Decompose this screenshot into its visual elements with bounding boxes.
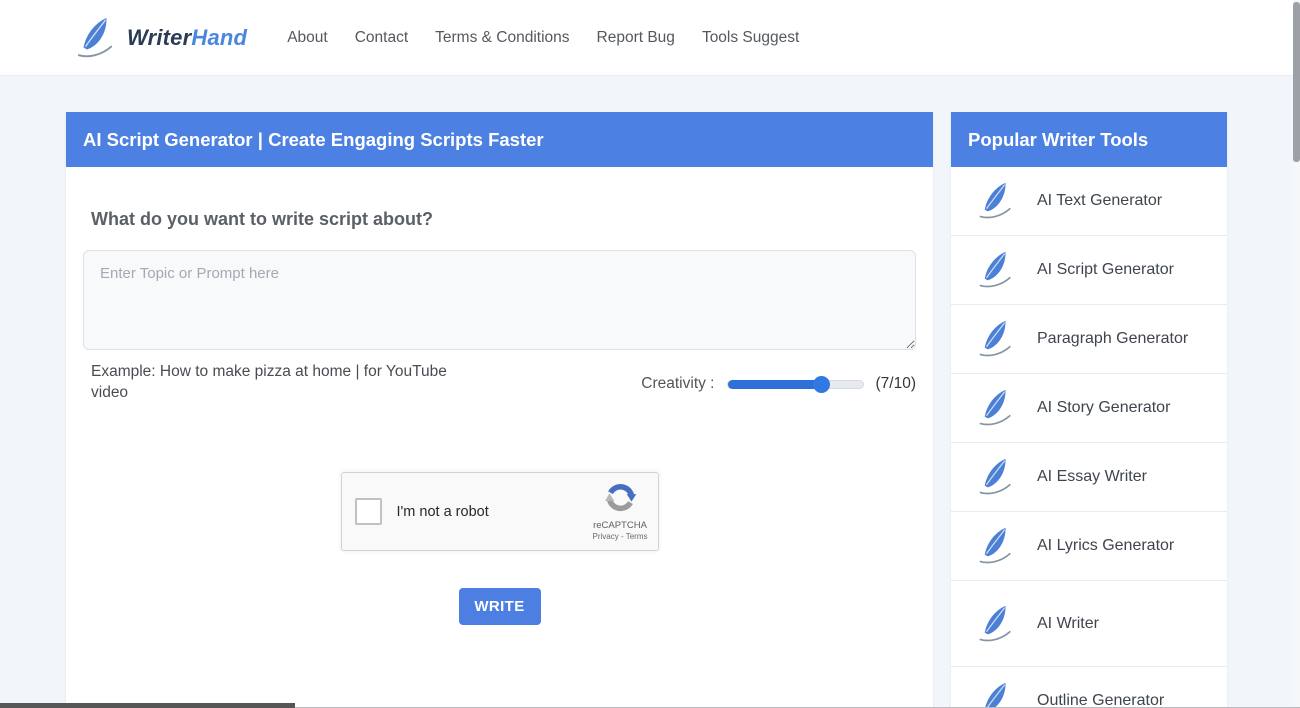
panel-body: What do you want to write script about? … [66, 209, 933, 625]
writerhand-feather-icon [977, 525, 1015, 567]
nav-link-tools-suggest[interactable]: Tools Suggest [702, 29, 799, 47]
nav-link-terms[interactable]: Terms & Conditions [435, 29, 569, 47]
writerhand-feather-icon [977, 603, 1015, 645]
recaptcha-label: I'm not a robot [397, 504, 489, 520]
recaptcha-widget: I'm not a robot reCAPTCHA Privacy - [341, 472, 659, 551]
creativity-value: (7/10) [876, 375, 917, 393]
prompt-question-label: What do you want to write script about? [91, 209, 916, 230]
top-navbar: WriterHand About Contact Terms & Conditi… [0, 0, 1300, 76]
nav-link-contact[interactable]: Contact [355, 29, 408, 47]
page-title: AI Script Generator | Create Engaging Sc… [83, 129, 544, 151]
recaptcha-links: Privacy - Terms [593, 532, 648, 542]
tool-label: Outline Generator [1037, 692, 1164, 708]
page-content: AI Script Generator | Create Engaging Sc… [0, 76, 1300, 708]
script-generator-panel: AI Script Generator | Create Engaging Sc… [66, 112, 933, 708]
vertical-scrollbar-track[interactable] [1293, 0, 1300, 708]
sidebar-item-ai-essay-writer[interactable]: AI Essay Writer [951, 443, 1227, 512]
tool-label: AI Lyrics Generator [1037, 537, 1174, 555]
horizontal-scrollbar-thumb[interactable] [0, 703, 295, 708]
recaptcha-logo-icon [604, 501, 637, 518]
sidebar-item-outline-generator[interactable]: Outline Generator [951, 667, 1227, 708]
vertical-scrollbar-thumb[interactable] [1293, 2, 1300, 162]
tool-label: AI Text Generator [1037, 192, 1162, 210]
writerhand-feather-icon [977, 249, 1015, 291]
sidebar-title: Popular Writer Tools [968, 129, 1148, 151]
creativity-slider-thumb[interactable] [813, 376, 830, 393]
nav-link-report-bug[interactable]: Report Bug [597, 29, 675, 47]
creativity-slider[interactable] [727, 380, 864, 389]
recaptcha-brand-text: reCAPTCHA [593, 520, 648, 532]
sidebar-item-ai-writer[interactable]: AI Writer [951, 581, 1227, 667]
recaptcha-links-separator: - [621, 532, 624, 541]
recaptcha-terms-link[interactable]: Terms [626, 532, 648, 541]
tool-label: AI Essay Writer [1037, 468, 1147, 486]
sidebar-item-ai-lyrics-generator[interactable]: AI Lyrics Generator [951, 512, 1227, 581]
creativity-slider-fill [728, 380, 823, 389]
recaptcha-privacy-link[interactable]: Privacy [593, 532, 619, 541]
sidebar-item-ai-text-generator[interactable]: AI Text Generator [951, 167, 1227, 236]
meta-row: Example: How to make pizza at home | for… [83, 361, 916, 403]
topic-prompt-input[interactable] [83, 250, 916, 350]
tool-label: AI Writer [1037, 615, 1099, 633]
creativity-control: Creativity : (7/10) [641, 361, 916, 403]
tool-label: AI Story Generator [1037, 399, 1170, 417]
sidebar-header: Popular Writer Tools [951, 112, 1227, 167]
nav-link-about[interactable]: About [287, 29, 328, 47]
tool-label: Paragraph Generator [1037, 330, 1188, 348]
creativity-label: Creativity : [641, 375, 714, 393]
sidebar-item-ai-script-generator[interactable]: AI Script Generator [951, 236, 1227, 305]
writerhand-feather-icon [977, 318, 1015, 360]
writerhand-logo[interactable]: WriterHand [75, 14, 247, 62]
write-button[interactable]: WRITE [459, 588, 541, 625]
recaptcha-checkbox[interactable] [355, 498, 382, 525]
popular-tools-sidebar: Popular Writer Tools AI Text Generator A… [951, 112, 1227, 708]
writerhand-feather-icon [977, 180, 1015, 222]
recaptcha-branding: reCAPTCHA Privacy - Terms [593, 481, 648, 542]
brand-text: WriterHand [127, 25, 247, 51]
writerhand-feather-icon [977, 387, 1015, 429]
nav-links: About Contact Terms & Conditions Report … [287, 29, 799, 47]
writerhand-feather-icon [977, 456, 1015, 498]
sidebar-item-paragraph-generator[interactable]: Paragraph Generator [951, 305, 1227, 374]
writerhand-feather-icon [75, 14, 117, 62]
sidebar-item-ai-story-generator[interactable]: AI Story Generator [951, 374, 1227, 443]
example-hint: Example: How to make pizza at home | for… [91, 361, 483, 403]
panel-header: AI Script Generator | Create Engaging Sc… [66, 112, 933, 167]
tool-label: AI Script Generator [1037, 261, 1174, 279]
writerhand-feather-icon [977, 680, 1015, 708]
